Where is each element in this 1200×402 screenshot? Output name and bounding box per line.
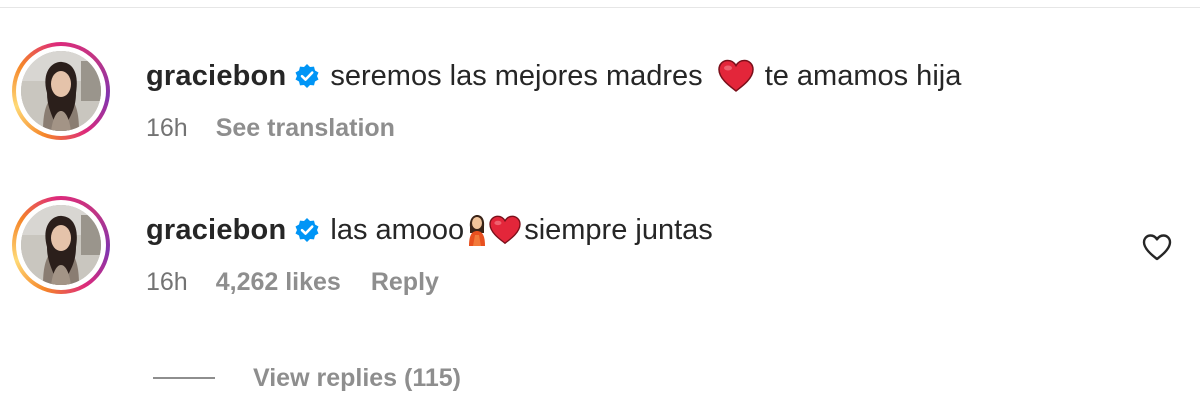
comment-text: las amooo — [330, 213, 465, 246]
view-replies-button[interactable]: View replies (115) — [153, 360, 461, 396]
username[interactable]: graciebon — [146, 214, 286, 247]
red-heart-emoji — [717, 59, 755, 93]
heart-outline-icon[interactable] — [1140, 232, 1174, 262]
woman-emoji — [466, 213, 488, 247]
view-replies-label: View replies (115) — [253, 363, 461, 392]
top-divider — [0, 7, 1200, 8]
avatar-story-ring[interactable] — [12, 196, 110, 294]
timestamp[interactable]: 16h — [146, 268, 188, 297]
verified-badge-icon — [294, 217, 320, 243]
comment-line: graciebon las amooo siempre juntas — [146, 210, 713, 250]
red-heart-emoji — [488, 215, 522, 245]
timestamp[interactable]: 16h — [146, 114, 188, 143]
see-translation-button[interactable]: See translation — [216, 114, 395, 143]
avatar-story-ring[interactable] — [12, 42, 110, 140]
avatar — [21, 205, 101, 285]
comment-meta: 16h See translation — [146, 114, 425, 143]
comment-text: seremos las mejores madres — [330, 59, 703, 92]
replies-divider-line — [153, 377, 215, 379]
reply-button[interactable]: Reply — [371, 268, 439, 297]
username[interactable]: graciebon — [146, 60, 286, 93]
avatar — [21, 51, 101, 131]
likes-count[interactable]: 4,262 likes — [216, 268, 341, 297]
comment-meta: 16h 4,262 likes Reply — [146, 268, 469, 297]
comment-line: graciebon seremos las mejores madres te … — [146, 56, 961, 96]
comment-text-continued: te amamos hija — [764, 59, 962, 92]
comment-text-continued: siempre juntas — [524, 213, 713, 246]
verified-badge-icon — [294, 63, 320, 89]
